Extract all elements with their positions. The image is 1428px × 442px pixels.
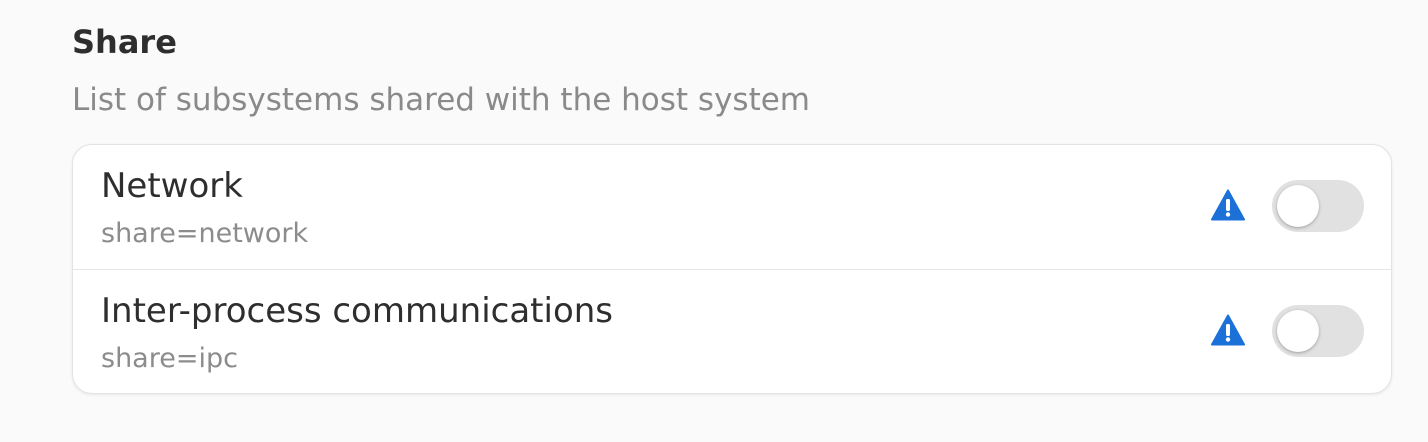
network-toggle-switch[interactable] (1272, 180, 1364, 232)
warning-icon[interactable] (1211, 189, 1245, 221)
switch-knob (1277, 185, 1319, 227)
row-subtitle: share=network (101, 218, 309, 249)
list-item-network: Network share=network (73, 145, 1391, 269)
section-subtitle: List of subsystems shared with the host … (72, 82, 810, 118)
row-subtitle: share=ipc (101, 343, 238, 374)
row-title: Inter-process communications (101, 291, 614, 331)
switch-knob (1277, 310, 1319, 352)
row-title: Network (101, 166, 243, 206)
ipc-toggle-switch[interactable] (1272, 305, 1364, 357)
list-item-ipc: Inter-process communications share=ipc (73, 270, 1391, 393)
warning-icon[interactable] (1211, 314, 1245, 346)
share-list-card: Network share=network Inter-process comm… (72, 144, 1392, 394)
section-title: Share (72, 23, 177, 61)
